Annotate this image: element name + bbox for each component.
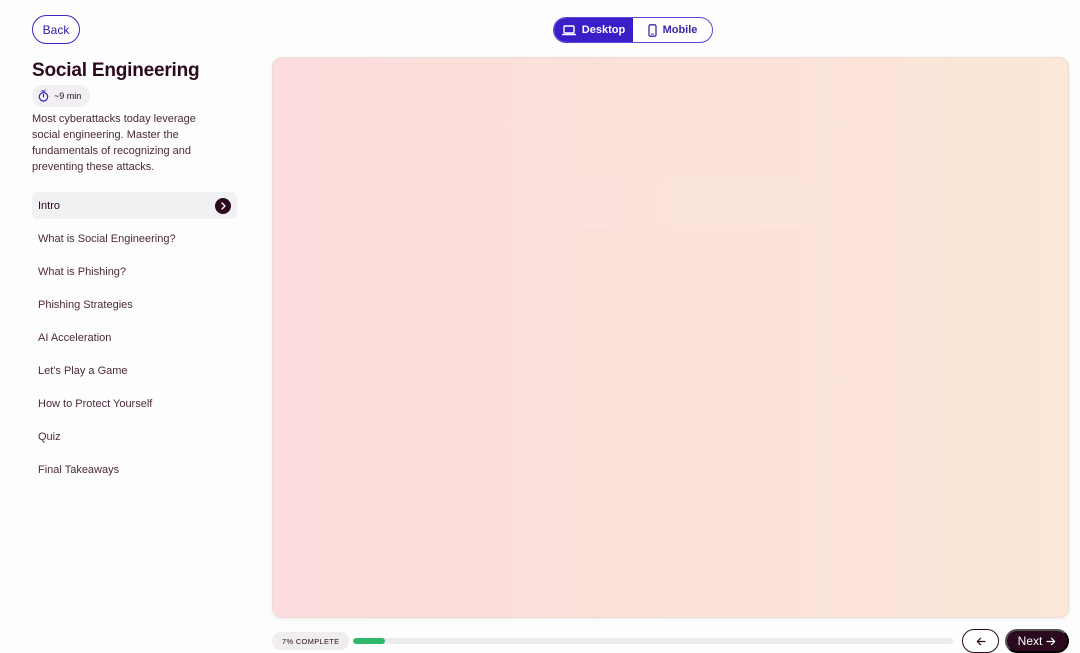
section-nav-label: Final Takeaways xyxy=(38,463,120,476)
next-label: Next xyxy=(1017,634,1043,648)
section-nav-label: What is Social Engineering? xyxy=(38,232,176,245)
previous-button[interactable] xyxy=(962,629,999,653)
course-player: Back Desktop Mobile Social Engineering ~… xyxy=(0,0,1080,653)
section-nav-label: Quiz xyxy=(38,430,61,443)
duration-text: ~9 min xyxy=(54,91,82,101)
section-nav-item[interactable]: Quiz xyxy=(32,423,237,450)
section-nav-label: Intro xyxy=(38,199,61,212)
section-nav-item[interactable]: What is Phishing? xyxy=(32,258,237,285)
stopwatch-icon xyxy=(38,90,49,102)
section-nav-label: What is Phishing? xyxy=(38,265,127,278)
view-toggle: Desktop Mobile xyxy=(553,17,713,43)
content-placeholder xyxy=(518,178,808,228)
arrow-left-icon xyxy=(976,637,986,645)
duration-badge: ~9 min xyxy=(32,85,91,107)
mobile-view-label: Mobile xyxy=(662,24,698,36)
section-nav-item[interactable]: Phishing Strategies xyxy=(32,291,237,318)
arrow-right-icon xyxy=(1046,637,1056,645)
section-nav-label: Phishing Strategies xyxy=(38,298,133,311)
section-nav: Intro What is Social Engineering? What is … xyxy=(32,192,237,489)
section-nav-item[interactable]: AI Acceleration xyxy=(32,324,237,351)
section-nav-item[interactable]: How to Protect Yourself xyxy=(32,390,237,417)
progress-bar xyxy=(353,638,953,644)
lesson-content-area[interactable] xyxy=(272,57,1069,618)
section-nav-item[interactable]: Intro xyxy=(32,192,237,219)
section-nav-item[interactable]: Final Takeaways xyxy=(32,456,237,483)
laptop-icon xyxy=(561,24,576,35)
section-nav-item[interactable]: What is Social Engineering? xyxy=(32,225,237,252)
section-nav-label: AI Acceleration xyxy=(38,331,112,344)
section-nav-item[interactable]: Let's Play a Game xyxy=(32,357,237,384)
chevron-right-icon xyxy=(215,197,231,214)
next-button[interactable]: Next xyxy=(1005,629,1069,653)
desktop-view-label: Desktop xyxy=(581,24,626,36)
progress-fill xyxy=(353,638,385,644)
progress-label: 7% COMPLETE xyxy=(272,632,350,650)
course-title: Social Engineering xyxy=(32,60,200,81)
phone-icon xyxy=(647,23,657,37)
back-button[interactable]: Back xyxy=(32,15,80,44)
section-nav-label: Let's Play a Game xyxy=(38,364,128,377)
desktop-view-button[interactable]: Desktop xyxy=(554,18,633,42)
mobile-view-button[interactable]: Mobile xyxy=(633,18,712,42)
section-nav-label: How to Protect Yourself xyxy=(38,397,153,410)
course-description: Most cyberattacks today leverage social … xyxy=(32,113,196,173)
